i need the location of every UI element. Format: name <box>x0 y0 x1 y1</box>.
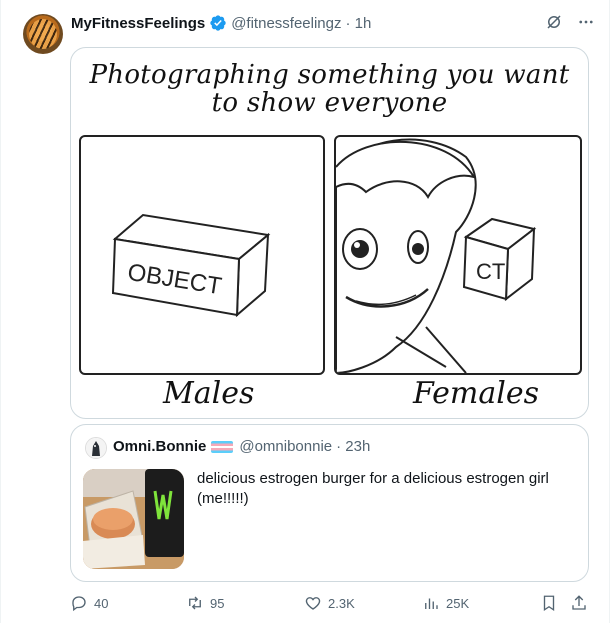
object-label-partial: CT <box>476 259 505 284</box>
quoted-tweet[interactable]: Omni.Bonnie @omnibonnie · 23h delicious … <box>70 424 589 582</box>
share-button[interactable] <box>570 594 588 612</box>
grok-icon[interactable] <box>545 13 563 31</box>
quoted-text: delicious estrogen burger for a deliciou… <box>197 470 549 507</box>
object-box-drawing: OBJECT <box>111 213 271 318</box>
meme-panel-left: OBJECT <box>79 135 325 375</box>
views-button[interactable]: 25K <box>422 594 469 612</box>
tweet-top-actions <box>545 13 595 31</box>
bookmark-icon <box>543 595 555 612</box>
author-avatar[interactable] <box>23 14 63 54</box>
quoted-author-handle[interactable]: @omnibonnie <box>239 438 332 455</box>
reply-icon <box>72 596 86 612</box>
like-button[interactable]: 2.3K <box>304 594 355 612</box>
meme-image[interactable]: Photographing something you want to show… <box>70 47 589 419</box>
raccoon-avatar-icon <box>86 438 106 458</box>
heart-icon <box>305 597 321 610</box>
meme-title-line1: Photographing something you want <box>89 60 570 90</box>
reply-count: 40 <box>94 595 109 611</box>
more-icon[interactable] <box>577 13 595 31</box>
repost-icon <box>189 596 201 610</box>
meme-title-line2: to show everyone <box>211 88 448 118</box>
share-icon <box>572 595 586 610</box>
tweet-header: MyFitnessFeelings @fitnessfeelingz · 1h <box>71 13 371 33</box>
label-females: Females <box>413 376 540 411</box>
tweet-time[interactable]: · 1h <box>345 15 371 32</box>
quoted-time[interactable]: · 23h <box>336 438 370 455</box>
bookmark-button[interactable] <box>540 594 558 612</box>
verified-badge-icon <box>210 15 226 31</box>
reply-button[interactable]: 40 <box>70 594 108 612</box>
analytics-icon <box>425 598 438 609</box>
quoted-author-avatar[interactable] <box>85 437 107 459</box>
label-males: Males <box>163 376 255 411</box>
like-count: 2.3K <box>328 595 355 611</box>
repost-button[interactable]: 95 <box>186 594 224 612</box>
trans-flag-icon <box>211 440 234 453</box>
repost-count: 95 <box>210 595 225 611</box>
author-handle[interactable]: @fitnessfeelingz <box>231 15 341 32</box>
view-count: 25K <box>446 595 470 611</box>
meme-panel-right: CT <box>334 135 582 375</box>
quoted-header: Omni.Bonnie @omnibonnie · 23h <box>113 438 370 455</box>
selfie-face-drawing: CT <box>336 138 537 373</box>
tweet: MyFitnessFeelings @fitnessfeelingz · 1h … <box>0 0 610 623</box>
quoted-author-name[interactable]: Omni.Bonnie <box>113 438 206 455</box>
tweet-actions: 40 95 2.3K 25K <box>70 594 592 614</box>
author-name[interactable]: MyFitnessFeelings <box>71 15 205 32</box>
burger-photo-thumbnail[interactable] <box>83 469 184 569</box>
burger-photo <box>83 469 184 569</box>
